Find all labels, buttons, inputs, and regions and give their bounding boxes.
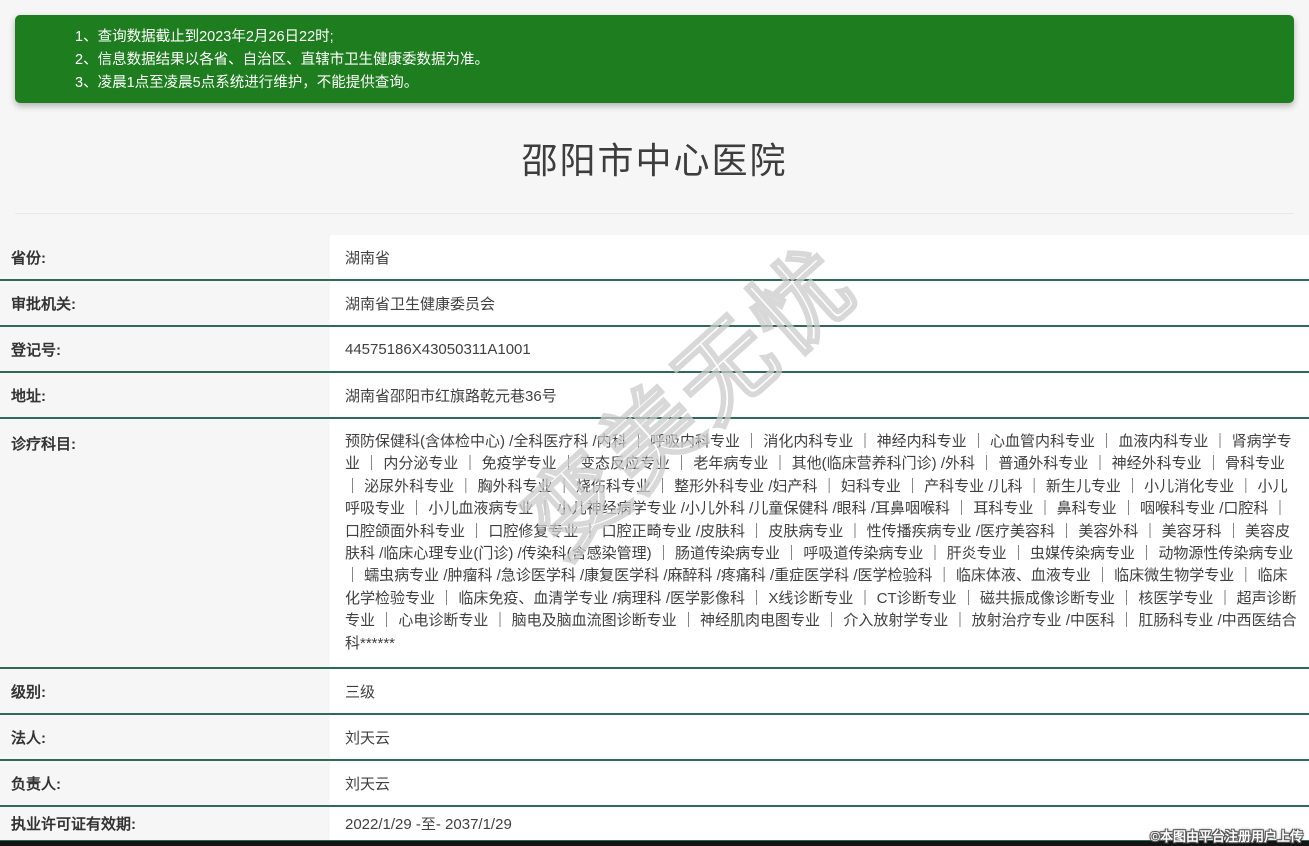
- table-row-person-in-charge: 负责人: 刘天云: [0, 761, 1309, 807]
- row-label: 地址:: [0, 373, 330, 417]
- table-row-medical-subjects: 诊疗科目: 预防保健科(含体检中心) /全科医疗科 /内科 ｜ 呼吸内科专业 ｜…: [0, 419, 1309, 669]
- row-value: 湖南省卫生健康委员会: [330, 281, 1309, 325]
- row-value: 预防保健科(含体检中心) /全科医疗科 /内科 ｜ 呼吸内科专业 ｜ 消化内科专…: [330, 419, 1309, 667]
- row-label: 执业许可证有效期:: [0, 807, 330, 840]
- row-label: 登记号:: [0, 327, 330, 371]
- row-value: 湖南省邵阳市红旗路乾元巷36号: [330, 373, 1309, 417]
- table-row-province: 省份: 湖南省: [0, 235, 1309, 281]
- table-row-registration-number: 登记号: 44575186X43050311A1001: [0, 327, 1309, 373]
- notice-banner: 1、查询数据截止到2023年2月26日22时; 2、信息数据结果以各省、自治区、…: [15, 15, 1294, 103]
- bottom-strip: [0, 841, 1309, 846]
- notice-line-1: 1、查询数据截止到2023年2月26日22时;: [75, 26, 1274, 49]
- hospital-info-table: 省份: 湖南省 审批机关: 湖南省卫生健康委员会 登记号: 44575186X4…: [0, 235, 1309, 842]
- row-value: 44575186X43050311A1001: [330, 327, 1309, 371]
- row-label: 负责人:: [0, 761, 330, 805]
- notice-line-2: 2、信息数据结果以各省、自治区、直辖市卫生健康委数据为准。: [75, 49, 1274, 72]
- row-value: 三级: [330, 669, 1309, 713]
- table-row-license-validity: 执业许可证有效期: 2022/1/29 -至- 2037/1/29: [0, 807, 1309, 842]
- page-title: 邵阳市中心医院: [521, 132, 787, 184]
- row-value: 刘天云: [330, 715, 1309, 759]
- table-row-level: 级别: 三级: [0, 669, 1309, 715]
- row-value: 刘天云: [330, 761, 1309, 805]
- notice-line-3: 3、凌晨1点至凌晨5点系统进行维护，不能提供查询。: [75, 72, 1274, 95]
- row-label: 法人:: [0, 715, 330, 759]
- title-band: 邵阳市中心医院: [15, 103, 1294, 214]
- row-label: 审批机关:: [0, 281, 330, 325]
- photo-credit-watermark: ©本图由平台注册用户上传: [1150, 826, 1303, 845]
- table-row-approval-authority: 审批机关: 湖南省卫生健康委员会: [0, 281, 1309, 327]
- row-label: 诊疗科目:: [0, 419, 330, 667]
- row-label: 省份:: [0, 235, 330, 279]
- row-label: 级别:: [0, 669, 330, 713]
- row-value: 湖南省: [330, 235, 1309, 279]
- table-row-legal-person: 法人: 刘天云: [0, 715, 1309, 761]
- table-row-address: 地址: 湖南省邵阳市红旗路乾元巷36号: [0, 373, 1309, 419]
